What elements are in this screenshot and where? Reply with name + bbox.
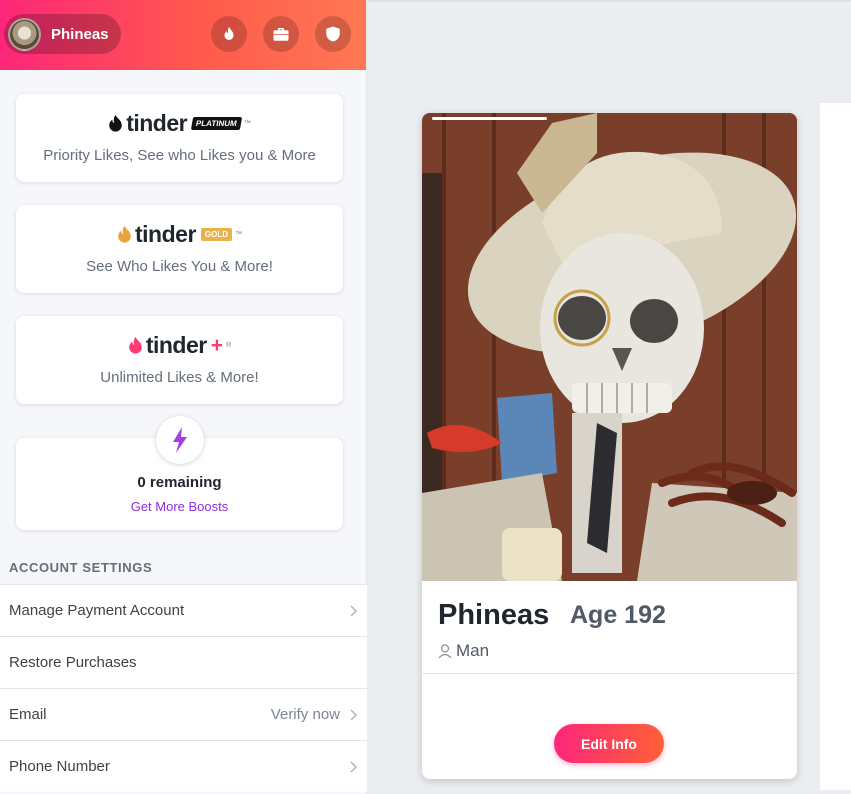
briefcase-icon[interactable]: [263, 16, 299, 52]
avatar: [8, 17, 41, 51]
setting-label: Email: [9, 706, 47, 723]
chevron-right-icon: [350, 604, 358, 617]
right-panel-edge: [820, 103, 851, 790]
gold-card[interactable]: tinder GOLD ™ See Who Likes You & More!: [16, 205, 343, 293]
person-icon: [438, 643, 452, 658]
platinum-subtitle: Priority Likes, See who Likes you & More: [43, 147, 316, 164]
trademark: ®: [225, 342, 232, 349]
get-more-boosts-link[interactable]: Get More Boosts: [131, 499, 229, 514]
setting-row-phone-number[interactable]: Phone Number: [0, 740, 367, 792]
account-settings-heading: ACCOUNT SETTINGS: [9, 560, 153, 575]
brand-word: tinder: [135, 221, 196, 247]
flame-icon: [109, 114, 122, 132]
setting-label: Restore Purchases: [9, 654, 137, 671]
gold-badge: GOLD: [200, 228, 232, 241]
flame-icon: [129, 336, 142, 354]
boost-card[interactable]: 0 remaining Get More Boosts: [16, 416, 343, 530]
flame-icon[interactable]: [211, 16, 247, 52]
profile-age: Age 192: [570, 601, 666, 629]
trademark: ™: [235, 231, 242, 238]
tinder-plus-logo: tinder + ®: [16, 332, 343, 359]
plus-subtitle: Unlimited Likes & More!: [100, 369, 259, 386]
brand-word: tinder: [126, 110, 188, 136]
account-settings-list: Manage Payment Account Restore Purchases…: [0, 584, 367, 792]
profile-card: Phineas Age 192 Man Edit Info: [422, 113, 797, 779]
brand-word: tinder: [145, 332, 207, 358]
plus-badge: +: [210, 333, 223, 357]
shield-icon[interactable]: [315, 16, 351, 52]
gender-label: Man: [456, 641, 490, 660]
setting-label: Manage Payment Account: [9, 602, 185, 619]
tinder-platinum-logo: tinder PLATINUM ™: [16, 110, 343, 137]
platinum-badge: PLATINUM: [190, 117, 242, 130]
sidebar-header: Phineas: [0, 0, 366, 70]
lightning-bolt-icon: [156, 416, 204, 464]
boost-remaining: 0 remaining: [137, 474, 222, 491]
profile-button[interactable]: Phineas: [4, 14, 121, 54]
platinum-card[interactable]: tinder PLATINUM ™ Priority Likes, See wh…: [16, 94, 343, 182]
sidebar: Phineas tinder PLATINUM ™ Priority Likes…: [0, 0, 367, 794]
photo-progress-bar: [432, 117, 547, 120]
chevron-right-icon: [350, 708, 358, 721]
profile-photo[interactable]: [422, 113, 797, 581]
top-divider: [368, 0, 851, 2]
trademark: ™: [243, 120, 251, 127]
setting-row-email[interactable]: Email Verify now: [0, 688, 367, 740]
profile-display-name: Phineas: [438, 599, 550, 631]
setting-row-restore-purchases[interactable]: Restore Purchases: [0, 636, 367, 688]
profile-name: Phineas: [51, 25, 109, 43]
setting-row-manage-payment[interactable]: Manage Payment Account: [0, 584, 367, 636]
chevron-right-icon: [350, 760, 358, 773]
profile-gender: Man: [438, 641, 489, 661]
tinder-gold-logo: tinder GOLD ™: [16, 221, 343, 248]
gold-subtitle: See Who Likes You & More!: [86, 258, 273, 275]
edit-info-button[interactable]: Edit Info: [554, 724, 664, 763]
setting-label: Phone Number: [9, 758, 110, 775]
email-verify-status: Verify now: [270, 706, 340, 723]
flame-icon: [118, 225, 131, 243]
info-divider: [422, 673, 797, 674]
plus-card[interactable]: tinder + ® Unlimited Likes & More!: [16, 316, 343, 404]
main-content: Phineas Age 192 Man Edit Info: [368, 0, 851, 794]
